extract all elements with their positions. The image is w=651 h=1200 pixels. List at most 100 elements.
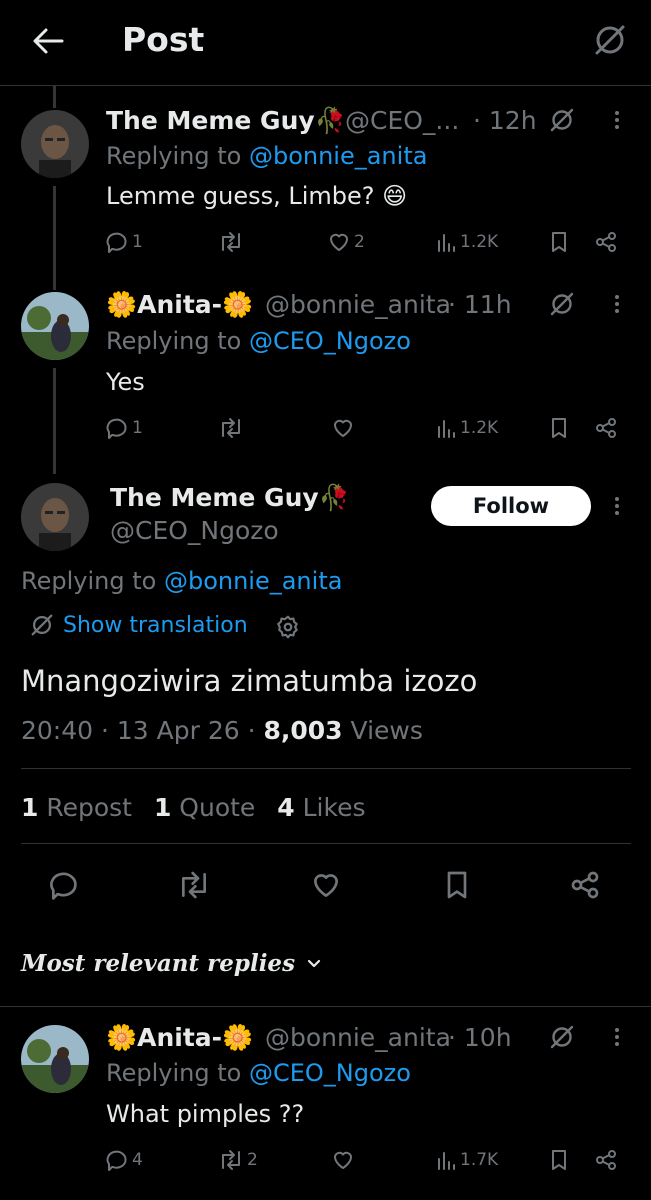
like-button[interactable] xyxy=(331,1148,358,1172)
bookmark-icon xyxy=(552,1150,566,1170)
grok-button[interactable] xyxy=(590,20,630,60)
reply-actions: 1 1.2K xyxy=(105,416,625,446)
gear-icon xyxy=(277,615,298,639)
heart-icon xyxy=(334,419,352,437)
avatar[interactable] xyxy=(21,110,89,178)
reply-text: Lemme guess, Limbe? 😄 xyxy=(106,182,408,210)
reposts-stat[interactable]: 1 Repost xyxy=(21,793,132,822)
grok-button[interactable] xyxy=(548,1023,576,1051)
engagement-divider xyxy=(21,843,631,844)
author-handle[interactable]: @bonnie_anita xyxy=(265,290,451,319)
sort-divider xyxy=(0,1006,651,1007)
bookmark-button[interactable] xyxy=(442,869,472,901)
analytics-icon xyxy=(438,234,455,252)
reply-sort-dropdown[interactable]: Most relevant replies xyxy=(21,950,323,977)
reply-button[interactable]: 4 xyxy=(105,1148,143,1172)
reply-count: 1 xyxy=(132,232,143,252)
grok-button[interactable] xyxy=(548,290,576,318)
bookmark-icon xyxy=(552,418,566,438)
author-name[interactable]: 🌼Anita-🌼 xyxy=(106,290,253,320)
thread-line xyxy=(53,86,56,108)
views-count: 1.2K xyxy=(460,232,499,252)
views-button[interactable]: 1.2K xyxy=(435,416,498,440)
meta-divider xyxy=(21,768,631,769)
reply-count: 1 xyxy=(132,418,143,438)
more-options-icon[interactable] xyxy=(615,292,621,316)
views-button[interactable]: 1.7K xyxy=(435,1148,498,1172)
post-text: Mnangoziwira zimatumba izozo xyxy=(21,664,478,698)
replying-prefix: Replying to xyxy=(106,1059,242,1087)
analytics-icon xyxy=(438,1152,455,1170)
replying-to-line: Replying to @bonnie_anita xyxy=(21,567,342,595)
comment-icon xyxy=(106,418,127,439)
share-icon xyxy=(571,871,599,899)
like-button[interactable] xyxy=(309,869,343,901)
back-button[interactable] xyxy=(28,24,68,58)
share-button[interactable] xyxy=(569,869,601,901)
page-title: Post xyxy=(122,20,205,59)
mention-link[interactable]: @CEO_Ngozo xyxy=(249,1059,411,1087)
replying-to-line: Replying to @bonnie_anita xyxy=(106,142,427,170)
more-options-icon[interactable] xyxy=(615,1025,621,1049)
bookmark-button[interactable] xyxy=(548,1148,570,1172)
replying-to-line: Replying to @CEO_Ngozo xyxy=(106,1059,411,1087)
comment-icon xyxy=(106,232,127,253)
share-icon xyxy=(596,1150,616,1170)
post-time: · 12h xyxy=(473,106,537,135)
sort-label: Most relevant replies xyxy=(21,950,296,977)
reply-count: 4 xyxy=(132,1150,143,1170)
show-translation-button[interactable]: Show translation xyxy=(29,612,248,638)
reply-button[interactable]: 1 xyxy=(105,416,143,440)
author-name[interactable]: The Meme Guy🥀 xyxy=(110,483,350,513)
author-handle[interactable]: @bonnie_anita xyxy=(265,1023,451,1052)
translation-settings-button[interactable] xyxy=(275,614,301,640)
grok-button[interactable] xyxy=(548,106,576,134)
author-name[interactable]: The Meme Guy🥀 xyxy=(106,106,346,136)
avatar[interactable] xyxy=(21,292,89,360)
repost-button[interactable]: 2 xyxy=(218,1148,258,1172)
grok-icon xyxy=(550,1025,574,1049)
share-button[interactable] xyxy=(594,416,618,440)
replying-prefix: Replying to xyxy=(106,327,242,355)
engagement-row: 1 Repost 1 Quote 4 Likes xyxy=(21,793,366,822)
share-button[interactable] xyxy=(594,1148,618,1172)
more-options-icon[interactable] xyxy=(615,108,621,132)
stat-count: 1 xyxy=(21,793,39,822)
author-name[interactable]: 🌼Anita-🌼 xyxy=(106,1023,253,1053)
mention-link[interactable]: @bonnie_anita xyxy=(249,142,427,170)
share-button[interactable] xyxy=(594,230,618,254)
share-icon xyxy=(596,418,616,438)
repost-button[interactable] xyxy=(218,230,247,254)
reply-button[interactable] xyxy=(48,869,80,901)
mention-link[interactable]: @CEO_Ngozo xyxy=(249,327,411,355)
post-time: · 11h xyxy=(448,290,512,319)
avatar[interactable] xyxy=(21,1025,89,1093)
stat-count: 1 xyxy=(153,793,172,822)
grok-icon xyxy=(595,25,625,55)
replying-prefix: Replying to xyxy=(106,142,242,170)
replying-prefix: Replying to xyxy=(21,567,157,595)
repost-button[interactable] xyxy=(218,416,247,440)
mention-link[interactable]: @bonnie_anita xyxy=(164,567,342,595)
thread-line xyxy=(53,186,56,290)
author-handle[interactable]: @CEO_Ngozo xyxy=(110,516,279,545)
reply-text: Yes xyxy=(106,368,145,396)
quotes-stat[interactable]: 1 Quote xyxy=(154,793,255,822)
likes-stat[interactable]: 4 Likes xyxy=(277,793,365,822)
avatar[interactable] xyxy=(21,483,89,551)
replying-to-line: Replying to @CEO_Ngozo xyxy=(106,327,411,355)
bookmark-button[interactable] xyxy=(548,416,570,440)
repost-icon xyxy=(222,232,240,252)
arrow-left-icon xyxy=(33,28,64,54)
like-button[interactable] xyxy=(331,416,358,440)
bookmark-button[interactable] xyxy=(548,230,570,254)
more-options-icon[interactable] xyxy=(615,494,621,518)
repost-button[interactable] xyxy=(176,869,212,901)
like-button[interactable]: 2 xyxy=(327,230,365,254)
follow-button[interactable]: Follow xyxy=(431,486,591,526)
stat-label: Repost xyxy=(46,793,132,822)
show-translation-label: Show translation xyxy=(63,612,248,638)
reply-button[interactable]: 1 xyxy=(105,230,143,254)
views-button[interactable]: 1.2K xyxy=(435,230,498,254)
author-handle[interactable]: @CEO_... xyxy=(345,106,459,135)
